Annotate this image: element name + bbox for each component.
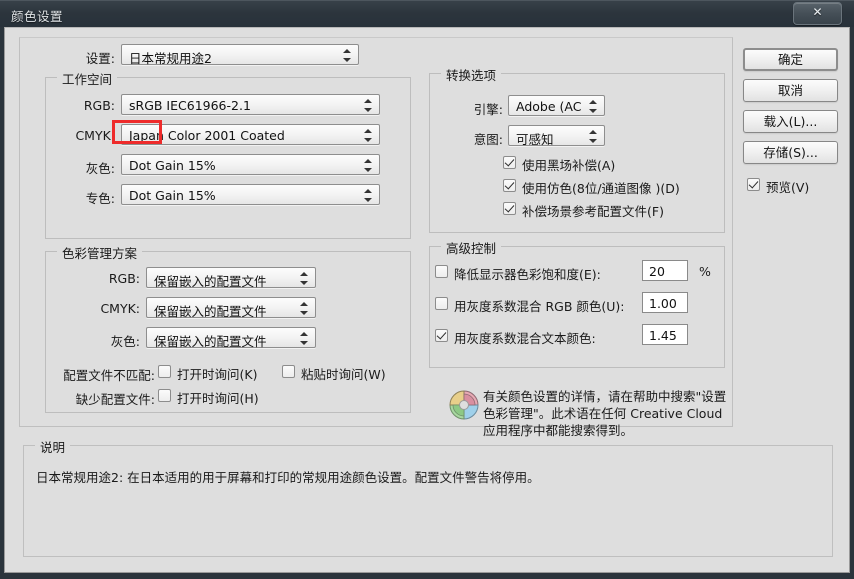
close-button[interactable]: ✕: [793, 2, 842, 25]
chevron-updown-icon: [589, 100, 598, 113]
intent-value: 可感知: [516, 132, 554, 147]
ws-gray-combo[interactable]: Dot Gain 15%: [121, 154, 380, 175]
chevron-updown-icon: [364, 189, 373, 202]
ok-button[interactable]: 确定: [743, 48, 838, 71]
profile-mismatch-label: 配置文件不匹配:: [63, 368, 155, 383]
checkbox-box: [747, 178, 760, 191]
preview-label: 预览(V): [766, 180, 810, 195]
color-settings-window: 颜色设置 ✕ 设置: 日本常规用途2 工作空间 RGB: sRGB IEC619…: [0, 0, 854, 579]
chevron-updown-icon: [364, 159, 373, 172]
desaturate-monitor-colors-input[interactable]: 20: [642, 260, 688, 281]
checkbox-box: [435, 297, 448, 310]
cmp-gray-combo[interactable]: 保留嵌入的配置文件: [146, 327, 316, 349]
blend-rgb-gamma-value: 1.00: [649, 296, 677, 311]
desaturate-monitor-colors-value: 20: [649, 264, 665, 279]
cmp-rgb-label: RGB:: [108, 271, 140, 286]
description-text: 日本常规用途2: 在日本适用的用于屏幕和打印的常规用途颜色设置。配置文件警告将停…: [36, 470, 540, 485]
chevron-updown-icon: [300, 332, 309, 345]
chevron-updown-icon: [300, 272, 309, 285]
mismatch-ask-when-opening-label: 打开时询问(K): [177, 367, 258, 382]
settings-combo-value: 日本常规用途2: [129, 51, 212, 66]
ws-cmyk-value: Japan Color 2001 Coated: [129, 128, 285, 143]
cancel-button[interactable]: 取消: [743, 79, 838, 102]
ws-gray-label: 灰色:: [85, 161, 115, 176]
ws-rgb-value: sRGB IEC61966-2.1: [129, 98, 251, 113]
blend-rgb-gamma-input[interactable]: 1.00: [642, 292, 688, 313]
checkbox-box: [158, 365, 171, 378]
description-label: 说明: [35, 437, 71, 456]
cmp-cmyk-value: 保留嵌入的配置文件: [154, 304, 267, 319]
load-button[interactable]: 载入(L)...: [743, 110, 838, 133]
checkbox-box: [282, 365, 295, 378]
ws-spot-value: Dot Gain 15%: [129, 188, 216, 203]
checkbox-box: [503, 156, 516, 169]
engine-label: 引擎:: [473, 102, 503, 117]
ws-rgb-label: RGB:: [83, 98, 115, 113]
black-point-compensation-label: 使用黑场补偿(A): [522, 158, 616, 173]
chevron-updown-icon: [364, 99, 373, 112]
chevron-updown-icon: [364, 129, 373, 142]
advanced-controls-label: 高级控制: [441, 238, 502, 257]
ws-spot-label: 专色:: [85, 191, 115, 206]
close-icon: ✕: [812, 5, 823, 19]
compensate-scene-referred-profiles-label: 补偿场景参考配置文件(F): [522, 204, 664, 219]
percent-suffix-label: %: [699, 264, 711, 279]
desaturate-monitor-colors-label: 降低显示器色彩饱和度(E):: [454, 267, 601, 282]
cmp-cmyk-label: CMYK:: [100, 301, 140, 316]
description-group: 说明 日本常规用途2: 在日本适用的用于屏幕和打印的常规用途颜色设置。配置文件警…: [23, 437, 833, 557]
conversion-options-label: 转换选项: [441, 65, 502, 84]
intent-label: 意图:: [473, 132, 503, 147]
use-dither-label: 使用仿色(8位/通道图像 )(D): [522, 181, 680, 196]
chevron-updown-icon: [589, 130, 598, 143]
save-button[interactable]: 存储(S)...: [743, 141, 838, 164]
ws-spot-combo[interactable]: Dot Gain 15%: [121, 184, 380, 205]
intent-combo[interactable]: 可感知: [508, 125, 605, 147]
cmp-rgb-value: 保留嵌入的配置文件: [154, 274, 267, 289]
cmp-rgb-combo[interactable]: 保留嵌入的配置文件: [146, 267, 316, 289]
ws-cmyk-combo[interactable]: Japan Color 2001 Coated: [121, 124, 380, 145]
settings-combo[interactable]: 日本常规用途2: [121, 44, 359, 66]
checkbox-box: [503, 202, 516, 215]
cmp-gray-label: 灰色:: [110, 334, 140, 349]
missing-ask-when-opening-label: 打开时询问(H): [177, 391, 259, 406]
dialog-body: 设置: 日本常规用途2 工作空间 RGB: sRGB IEC61966-2.1 …: [4, 27, 850, 573]
settings-label: 设置:: [85, 51, 115, 66]
ws-rgb-combo[interactable]: sRGB IEC61966-2.1: [121, 94, 380, 115]
help-note-text: 有关颜色设置的详情，请在帮助中搜索"设置色彩管理"。此术语在任何 Creativ…: [483, 389, 727, 438]
blend-text-colors-using-gamma-label: 用灰度系数混合文本颜色:: [454, 331, 596, 346]
checkbox-box: [503, 179, 516, 192]
mismatch-ask-when-pasting-label: 粘贴时询问(W): [301, 367, 386, 382]
checkbox-box: [158, 389, 171, 402]
chevron-updown-icon: [343, 49, 352, 62]
checkbox-box: [435, 329, 448, 342]
cmp-cmyk-combo[interactable]: 保留嵌入的配置文件: [146, 297, 316, 319]
chevron-updown-icon: [300, 302, 309, 315]
ws-cmyk-label: CMYK:: [75, 128, 115, 143]
engine-combo[interactable]: Adobe (ACE): [508, 95, 605, 116]
color-management-policies-label: 色彩管理方案: [57, 243, 143, 262]
checkbox-box: [435, 265, 448, 278]
blend-text-gamma-value: 1.45: [649, 328, 677, 343]
cmp-gray-value: 保留嵌入的配置文件: [154, 334, 267, 349]
working-spaces-label: 工作空间: [57, 69, 118, 88]
missing-profile-label: 缺少配置文件:: [75, 392, 155, 407]
blend-rgb-colors-using-gamma-label: 用灰度系数混合 RGB 颜色(U):: [454, 299, 625, 314]
window-title: 颜色设置: [11, 9, 64, 24]
blend-text-gamma-input[interactable]: 1.45: [642, 324, 688, 345]
engine-value: Adobe (ACE): [516, 99, 582, 114]
title-bar: 颜色设置 ✕: [0, 0, 854, 27]
color-wheel-icon: [449, 390, 479, 420]
ws-gray-value: Dot Gain 15%: [129, 158, 216, 173]
